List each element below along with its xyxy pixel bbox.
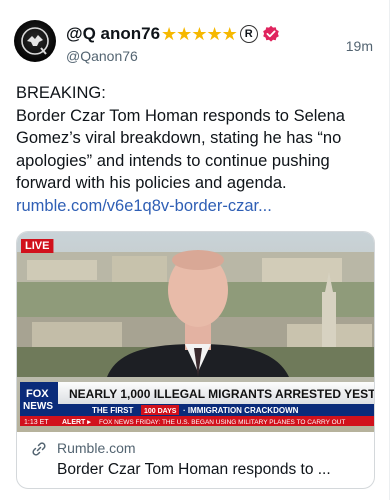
avatar[interactable] — [14, 20, 56, 62]
registered-mark-icon: R — [239, 25, 258, 43]
post-text-heading: BREAKING: — [16, 84, 106, 102]
fox-logo-line2: NEWS — [23, 401, 53, 412]
link-preview-card[interactable]: LIVE FOX NEWS 1:13 ET NEARLY 1,000 ILLEG… — [16, 231, 375, 489]
link-icon — [32, 442, 46, 456]
link-preview-meta[interactable]: Rumble.com Border Czar Tom Homan respond… — [17, 432, 374, 488]
q-eagle-logo-icon — [21, 27, 49, 55]
fox-clock: 1:13 ET — [24, 419, 49, 426]
chyron-sub-badge: 100 DAYS — [144, 408, 177, 415]
post-card[interactable]: @Q anon76 ★★★★★ R @Qanon76 19m BREAKING:… — [0, 0, 390, 500]
chyron-headline: NEARLY 1,000 ILLEGAL MIGRANTS ARRESTED Y… — [69, 387, 375, 401]
link-preview-title[interactable]: Border Czar Tom Homan responds to ... — [57, 461, 369, 479]
ticker-text: FOX NEWS FRIDAY: THE U.S. BEGAN USING MI… — [99, 419, 345, 426]
ticker-alert: ALERT ▸ — [62, 419, 91, 426]
link-preview-image[interactable]: LIVE FOX NEWS 1:13 ET NEARLY 1,000 ILLEG… — [17, 232, 375, 432]
post-link[interactable]: rumble.com/v6e1q8v-border-czar... — [16, 197, 272, 215]
post-timestamp[interactable]: 19m — [346, 38, 373, 54]
display-name[interactable]: @Q anon76 — [66, 24, 160, 44]
link-preview-domain[interactable]: Rumble.com — [57, 440, 136, 456]
author-name-row[interactable]: @Q anon76 ★★★★★ R — [66, 22, 280, 46]
post-text: BREAKING: Border Czar Tom Homan responds… — [16, 82, 376, 217]
chyron-sub-suffix: · IMMIGRATION CRACKDOWN — [183, 406, 299, 415]
chyron-sub-prefix: THE FIRST — [92, 406, 133, 415]
post-text-body: Border Czar Tom Homan responds to Selena… — [16, 106, 345, 193]
fox-logo-line1: FOX — [26, 388, 49, 400]
stars-icon: ★★★★★ — [161, 23, 238, 44]
author-handle[interactable]: @Qanon76 — [66, 48, 138, 64]
verified-badge-icon — [262, 25, 279, 42]
